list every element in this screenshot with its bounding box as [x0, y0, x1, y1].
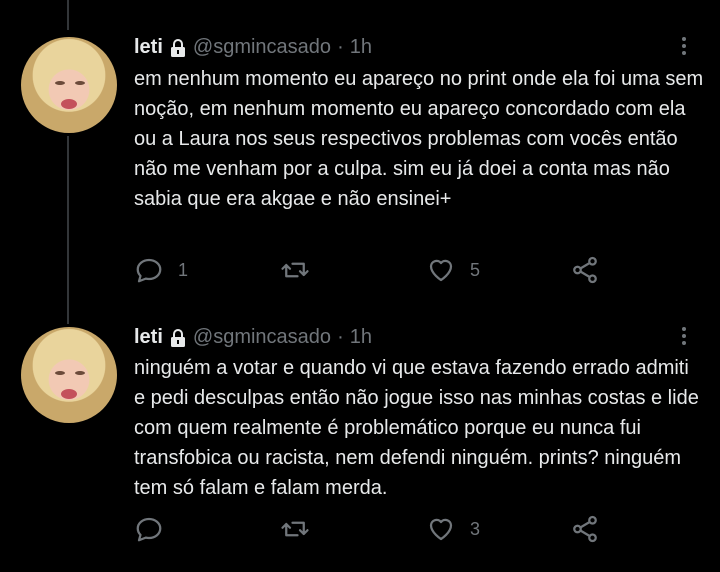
tweet-actions: 3 [134, 514, 614, 546]
share-icon [573, 515, 597, 543]
avatar[interactable] [21, 327, 117, 423]
share-icon [573, 256, 597, 284]
retweet-icon [281, 262, 309, 278]
more-icon[interactable] [674, 324, 694, 348]
tweet-header: leti @sgmincasado · 1h [134, 36, 372, 59]
separator-dot: · [337, 326, 344, 348]
retweet-icon [281, 521, 309, 537]
like-count: 5 [470, 259, 481, 280]
share-button[interactable] [570, 514, 600, 544]
separator-dot: · [337, 36, 344, 58]
like-button[interactable]: 3 [426, 514, 480, 544]
reply-button[interactable] [134, 514, 178, 544]
lock-icon [169, 38, 187, 58]
reply-count: 1 [178, 259, 189, 280]
display-name[interactable]: leti [134, 36, 163, 59]
tweet-text: ninguém a votar e quando vi que estava f… [134, 357, 699, 499]
reply-icon [136, 517, 162, 542]
avatar[interactable] [21, 37, 117, 133]
user-handle[interactable]: @sgmincasado [193, 326, 331, 349]
more-icon[interactable] [674, 34, 694, 58]
reply-icon [136, 258, 162, 283]
reply-button[interactable]: 1 [134, 255, 188, 285]
share-button[interactable] [570, 255, 600, 285]
timestamp[interactable]: 1h [350, 36, 372, 59]
heart-icon [429, 518, 453, 541]
tweet[interactable]: leti @sgmincasado · 1h ninguém a votar e… [0, 290, 720, 572]
tweet-header: leti @sgmincasado · 1h [134, 326, 372, 349]
tweet-actions: 1 5 [134, 255, 614, 287]
like-button[interactable]: 5 [426, 255, 480, 285]
tweet-text: em nenhum momento eu apareço no print on… [134, 68, 704, 210]
retweet-button[interactable] [280, 255, 324, 285]
lock-icon [169, 328, 187, 348]
tweet[interactable]: leti @sgmincasado · 1h em nenhum momento… [0, 0, 720, 320]
heart-icon [429, 259, 453, 282]
display-name[interactable]: leti [134, 326, 163, 349]
user-handle[interactable]: @sgmincasado [193, 36, 331, 59]
timestamp[interactable]: 1h [350, 326, 372, 349]
like-count: 3 [470, 518, 481, 539]
retweet-button[interactable] [280, 514, 324, 544]
